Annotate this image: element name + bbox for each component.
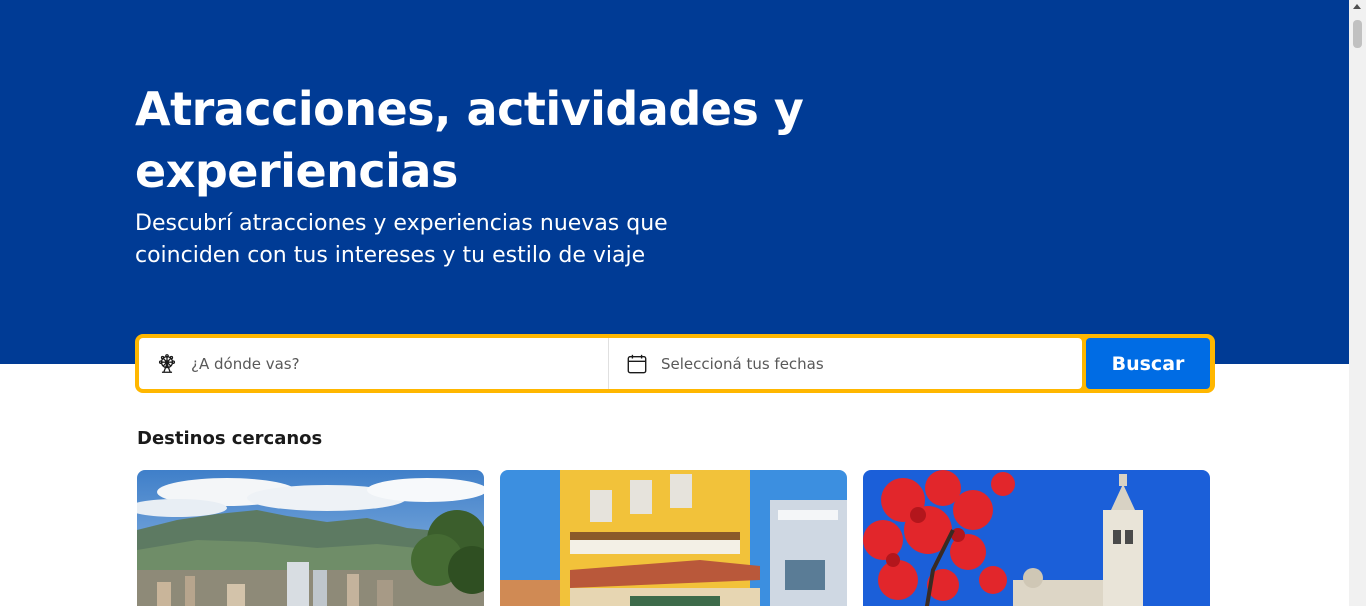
hero-title: Atracciones, actividades y experiencias [135,82,804,198]
ferris-wheel-icon [156,353,178,375]
vertical-scrollbar[interactable] [1349,0,1366,606]
scroll-up-icon[interactable] [1353,4,1361,9]
search-bar: Buscar [135,334,1215,393]
nearby-destinations-title: Destinos cercanos [137,428,323,449]
cathedral-red-tree-photo [863,470,1210,606]
destination-input[interactable] [191,354,571,373]
dates-field[interactable] [609,338,1082,389]
dates-input[interactable] [661,354,1041,373]
destination-card[interactable] [863,470,1210,606]
page: Atracciones, actividades y experiencias … [0,0,1366,606]
search-button[interactable]: Buscar [1086,338,1210,389]
destination-field[interactable] [139,338,609,389]
destination-card[interactable] [500,470,847,606]
hero-banner: Atracciones, actividades y experiencias … [0,0,1349,364]
destination-card[interactable] [137,470,484,606]
calendar-icon [626,353,648,375]
colonial-balconies-photo [500,470,847,606]
hero-subtitle: Descubrí atracciones y experiencias nuev… [135,211,668,268]
scrollbar-thumb[interactable] [1353,20,1362,48]
city-mountains-photo [137,470,484,606]
nearby-destinations-list [137,470,1210,606]
